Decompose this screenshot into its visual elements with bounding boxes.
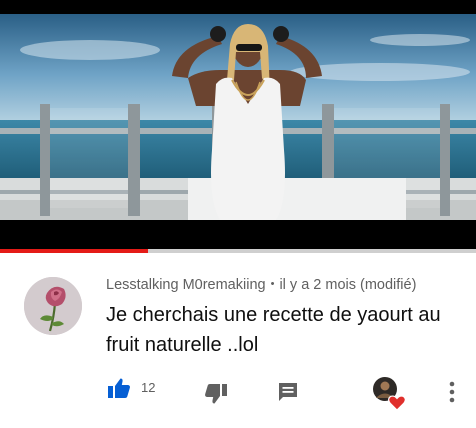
comment-reply-icon — [279, 383, 297, 401]
video-frame — [0, 0, 476, 252]
video-player[interactable] — [0, 0, 476, 252]
more-vertical-icon — [449, 381, 455, 403]
comment-meta: Lesstalking M0remakiing • il y a 2 mois (m… — [106, 277, 466, 293]
rose-icon — [24, 277, 82, 335]
comment-card: Lesstalking M0remakiing • il y a 2 mois (m… — [0, 253, 476, 428]
like-count: 12 — [141, 380, 156, 395]
creator-heart-icon — [373, 377, 406, 411]
reply-button[interactable] — [273, 377, 303, 407]
thumbs-down-icon — [205, 384, 227, 404]
comment-timestamp: il y a 2 mois (modifié) — [279, 277, 417, 293]
comment-text: Je cherchais une recette de yaourt au fr… — [106, 304, 441, 356]
meta-separator: • — [270, 278, 275, 290]
rose-avatar[interactable] — [24, 277, 82, 335]
like-button[interactable] — [104, 373, 134, 403]
dislike-button[interactable] — [201, 379, 231, 409]
thumbs-up-icon — [108, 378, 130, 398]
comment-author[interactable]: Lesstalking M0remakiing — [106, 277, 266, 293]
creator-heart-badge — [371, 375, 407, 411]
comment-actions: 12 — [0, 373, 476, 413]
more-options-button[interactable] — [440, 377, 464, 407]
